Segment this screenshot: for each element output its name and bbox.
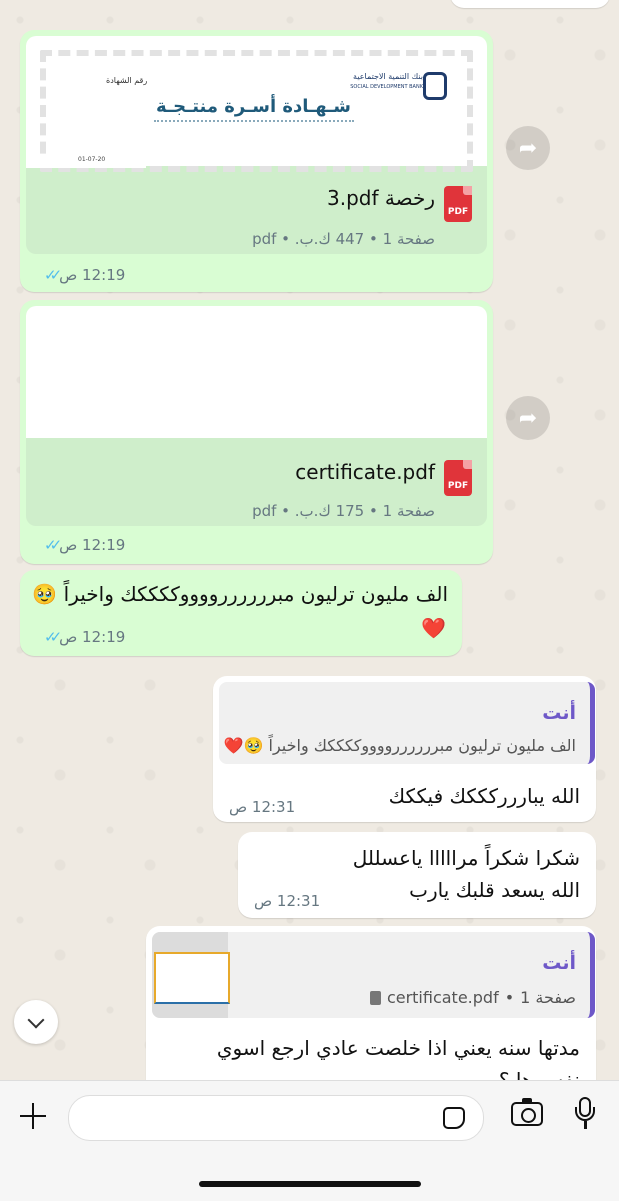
document-message-2[interactable]: PDF certificate.pdf صفحة 1 • 175 ك.ب. • … [20,300,493,564]
preview-date: 01-07-20 [78,156,106,163]
home-indicator [199,1181,421,1187]
document-message-1[interactable]: بنك التنمية الاجتماعية SOCIAL DEVELOPMEN… [20,30,493,292]
message-time: 12:19 ص [59,628,126,646]
message-text-line-2: نفس ها ؟ [498,1068,580,1080]
message-text-field[interactable] [85,1104,429,1132]
quoted-document[interactable]: أنت صفحة 1 • certificate.pdf [152,932,595,1018]
bank-logo [423,72,447,100]
forward-icon[interactable]: ➦ [506,126,550,170]
file-meta-2: صفحة 1 • 175 ك.ب. • pdf [252,502,435,520]
message-text-line-1: الف مليون ترليون مبررررررووووككككك واخير… [32,582,448,606]
message-time: 12:31 ص [229,798,296,816]
file-name-2: certificate.pdf [295,460,435,484]
message-meta-2: 12:19 ص ✓✓ [44,536,125,554]
quoted-document-thumbnail [152,932,230,1018]
reply-message-2[interactable]: شكرا شكراً مرااااا ياعسللل الله يسعد قلب… [238,832,596,918]
quote-text: الف مليون ترليون مبررررررووووككككك واخير… [223,736,576,755]
message-text-line-1: مدتها سنه يعني اذا خلصت عادي ارجع اسوي [216,1036,580,1060]
double-check-icon: ✓✓ [44,536,62,554]
quote-file-row: صفحة 1 • certificate.pdf [369,988,576,1007]
preview-cert-no: رقم الشهادة [106,76,148,85]
message-meta-1: 12:19 ص ✓✓ [44,266,125,284]
double-check-icon: ✓✓ [44,266,62,284]
double-check-icon: ✓✓ [44,628,62,646]
quote-file-separator: • [504,988,515,1007]
message-text-line-1: شكرا شكراً مرااااا ياعسللل [352,846,580,870]
reply-message-1[interactable]: أنت الف مليون ترليون مبررررررووووككككك و… [213,676,596,822]
camera-icon[interactable] [511,1098,543,1126]
message-meta-3: 12:19 ص ✓✓ [44,628,125,646]
message-time: 12:31 ص [254,892,321,910]
document-preview-1[interactable]: بنك التنمية الاجتماعية SOCIAL DEVELOPMEN… [26,36,487,172]
chat-area[interactable]: بنك التنمية الاجتماعية SOCIAL DEVELOPMEN… [0,0,619,1080]
quote-file-meta: صفحة 1 [520,988,576,1007]
composer-bar [0,1080,619,1201]
document-card-1[interactable]: بنك التنمية الاجتماعية SOCIAL DEVELOPMEN… [26,36,487,254]
forward-icon[interactable]: ➦ [506,396,550,440]
preview-bank-name: بنك التنمية الاجتماعية [353,72,423,81]
document-preview-2[interactable] [26,306,487,438]
quote-author: أنت [542,952,576,974]
pdf-icon-label: PDF [447,481,469,491]
preview-title-underline [154,120,354,122]
file-name-1: 3.pdf رخصة [327,186,435,210]
message-input[interactable] [68,1095,484,1141]
message-time: 12:19 ص [59,536,126,554]
quote-file-name: certificate.pdf [386,988,499,1007]
plus-icon[interactable] [18,1101,48,1131]
message-text-line-2: الله يسعد قلبك يارب [409,878,580,902]
pdf-icon: PDF [444,186,472,222]
text-message-1[interactable]: الف مليون ترليون مبررررررووووككككك واخير… [20,570,462,656]
preview-title: شـهـادة أسـرة منتـجـة [156,96,351,117]
quote-author: أنت [542,702,576,724]
message-time: 12:19 ص [59,266,126,284]
scroll-down-button[interactable] [14,1000,58,1044]
file-meta-1: صفحة 1 • 447 ك.ب. • pdf [252,230,435,248]
pdf-icon-label: PDF [447,207,469,217]
preview-bank-name-en: SOCIAL DEVELOPMENT BANK [350,84,423,90]
microphone-icon[interactable] [575,1097,595,1133]
sticker-icon[interactable] [443,1107,465,1129]
quoted-message-1[interactable]: أنت الف مليون ترليون مبررررررووووككككك و… [219,682,595,764]
document-card-2[interactable]: PDF certificate.pdf صفحة 1 • 175 ك.ب. • … [26,306,487,526]
message-text-line-2: ❤️ [421,616,446,640]
previous-message-fragment[interactable] [450,0,610,8]
scroll-down-icon [27,1011,45,1028]
pdf-icon: PDF [444,460,472,496]
message-text: الله يباررركككك فيككك [388,784,580,808]
file-icon [369,990,381,1005]
preview-date-strip: 01-07-20 [26,154,146,168]
reply-message-3[interactable]: أنت صفحة 1 • certificate.pdf مدتها سنه ي… [146,926,596,1080]
thumbnail-sheet [154,952,230,1004]
